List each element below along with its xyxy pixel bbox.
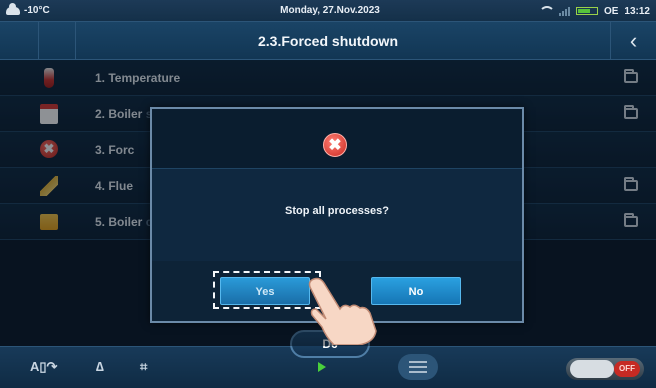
- error-icon: ✖: [323, 133, 347, 157]
- page-header: 2.3.Forced shutdown ‹: [0, 22, 656, 60]
- outdoor-temperature: -10°C: [24, 5, 50, 16]
- page-title: 2.3.Forced shutdown: [257, 32, 398, 49]
- wifi-icon: [538, 6, 555, 16]
- mode-icon[interactable]: A▯↷: [30, 359, 57, 375]
- back-button[interactable]: ‹: [610, 22, 656, 60]
- menu-button[interactable]: [398, 354, 438, 380]
- status-bar: -10°C Monday, 27.Nov.2023 OE 13:12: [0, 0, 656, 22]
- no-button[interactable]: No: [371, 277, 461, 305]
- dialog-header: ✖: [152, 109, 522, 169]
- grid-icon[interactable]: ⌗: [140, 359, 147, 375]
- weather: -10°C: [0, 2, 90, 16]
- signal-label: OE: [603, 5, 619, 17]
- flame-icon[interactable]: ∆: [96, 359, 104, 374]
- hand-pointer-icon: [308, 277, 377, 345]
- clock: 13:12: [624, 5, 650, 17]
- dialog-message: Stop all processes?: [285, 205, 389, 217]
- chevron-left-icon: ‹: [629, 28, 638, 53]
- header-left-cell: [0, 22, 76, 60]
- power-toggle[interactable]: OFF: [566, 358, 644, 380]
- signal-icon: [558, 6, 570, 16]
- toggle-knob: [570, 360, 614, 378]
- toggle-state: OFF: [614, 361, 640, 377]
- play-icon: [318, 362, 326, 372]
- date: Monday, 27.Nov.2023: [280, 5, 380, 16]
- cloud-icon: [6, 2, 20, 15]
- battery-icon: [575, 7, 598, 15]
